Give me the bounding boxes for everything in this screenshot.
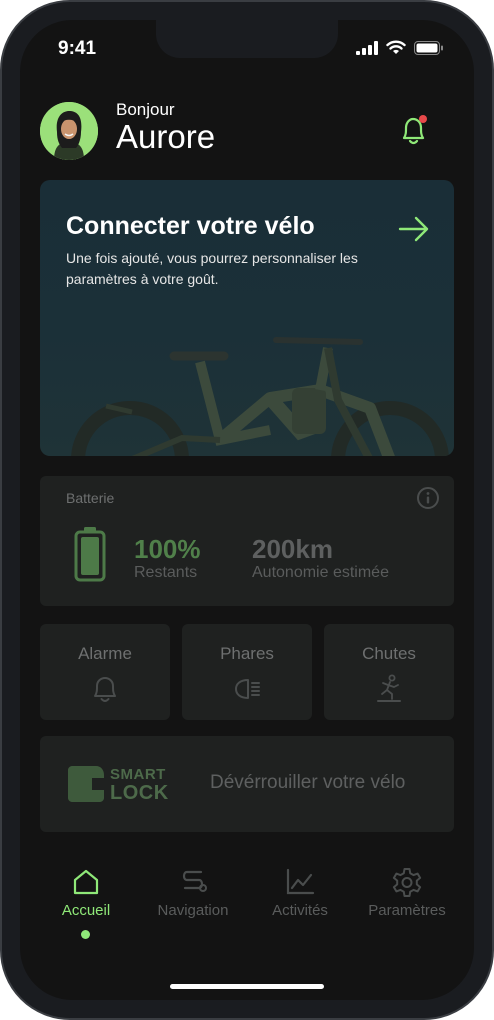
battery-percent-label: Restants: [134, 564, 198, 581]
tile-label: Phares: [220, 644, 274, 663]
tile-falls[interactable]: Chutes: [324, 624, 454, 720]
status-time: 9:41: [58, 38, 97, 59]
chart-icon: [286, 868, 315, 895]
user-portrait-icon: [40, 102, 98, 160]
tile-alarm[interactable]: Alarme: [40, 624, 170, 720]
route-icon: [182, 870, 207, 892]
fall-icon: [377, 674, 401, 702]
nav-item-navigation[interactable]: Navigation: [143, 864, 243, 944]
bell-icon: [402, 115, 427, 145]
status-icons: [356, 40, 444, 55]
tile-label: Alarme: [78, 644, 132, 663]
smart-lock-logo-line2: LOCK: [110, 782, 169, 804]
nav-label: Navigation: [157, 902, 229, 919]
battery-level-icon: [74, 527, 106, 582]
notifications-button[interactable]: [398, 114, 430, 148]
unlock-bike-label: Dévérrouiller votre vélo: [210, 772, 406, 793]
info-icon[interactable]: [416, 486, 440, 510]
tile-label: Chutes: [362, 644, 416, 663]
connect-bike-card[interactable]: Connecter votre vélo Une fois ajouté, vo…: [40, 180, 454, 456]
wifi-icon: [386, 40, 406, 54]
nav-item-activities[interactable]: Activités: [250, 864, 350, 944]
battery-card: Batterie 100% Restants 200km Autonomie e…: [40, 476, 454, 606]
username: Aurore: [116, 118, 216, 155]
notch: [156, 20, 338, 58]
ebike-illustration: [71, 337, 449, 456]
nav-item-settings[interactable]: Paramètres: [357, 864, 457, 944]
nav-label: Paramètres: [368, 902, 446, 919]
nav-label: Accueil: [61, 902, 111, 919]
avatar[interactable]: [40, 102, 98, 160]
home-icon: [73, 869, 99, 895]
headlight-icon: [235, 679, 260, 699]
signal-icon: [356, 40, 378, 55]
home-indicator[interactable]: [170, 984, 324, 989]
tile-headlights[interactable]: Phares: [182, 624, 312, 720]
active-indicator-dot: [81, 930, 90, 939]
gear-icon: [392, 868, 422, 897]
notification-dot: [419, 115, 427, 123]
smart-lock-logo-line1: SMART: [110, 766, 166, 783]
battery-percent-value: 100%: [134, 534, 201, 564]
greeting: Bonjour: [116, 100, 175, 119]
arrow-right-icon[interactable]: [398, 216, 430, 242]
nav-item-home[interactable]: Accueil: [36, 864, 136, 944]
connect-title: Connecter votre vélo: [66, 212, 315, 240]
smart-lock-card[interactable]: SMART LOCK Dévérrouiller votre vélo: [40, 736, 454, 832]
battery-status-icon: [414, 40, 443, 55]
connect-description: Une fois ajouté, vous pourrez personnali…: [66, 250, 358, 287]
range-label: Autonomie estimée: [252, 564, 389, 581]
app-screen: 9:41 Bonjour Aurore Connecter votre vélo…: [20, 20, 474, 1000]
range-value: 200km: [252, 534, 333, 564]
battery-label: Batterie: [66, 490, 115, 506]
battery-fill: [81, 537, 99, 575]
bell-icon: [94, 677, 116, 702]
nav-label: Activités: [272, 902, 328, 919]
